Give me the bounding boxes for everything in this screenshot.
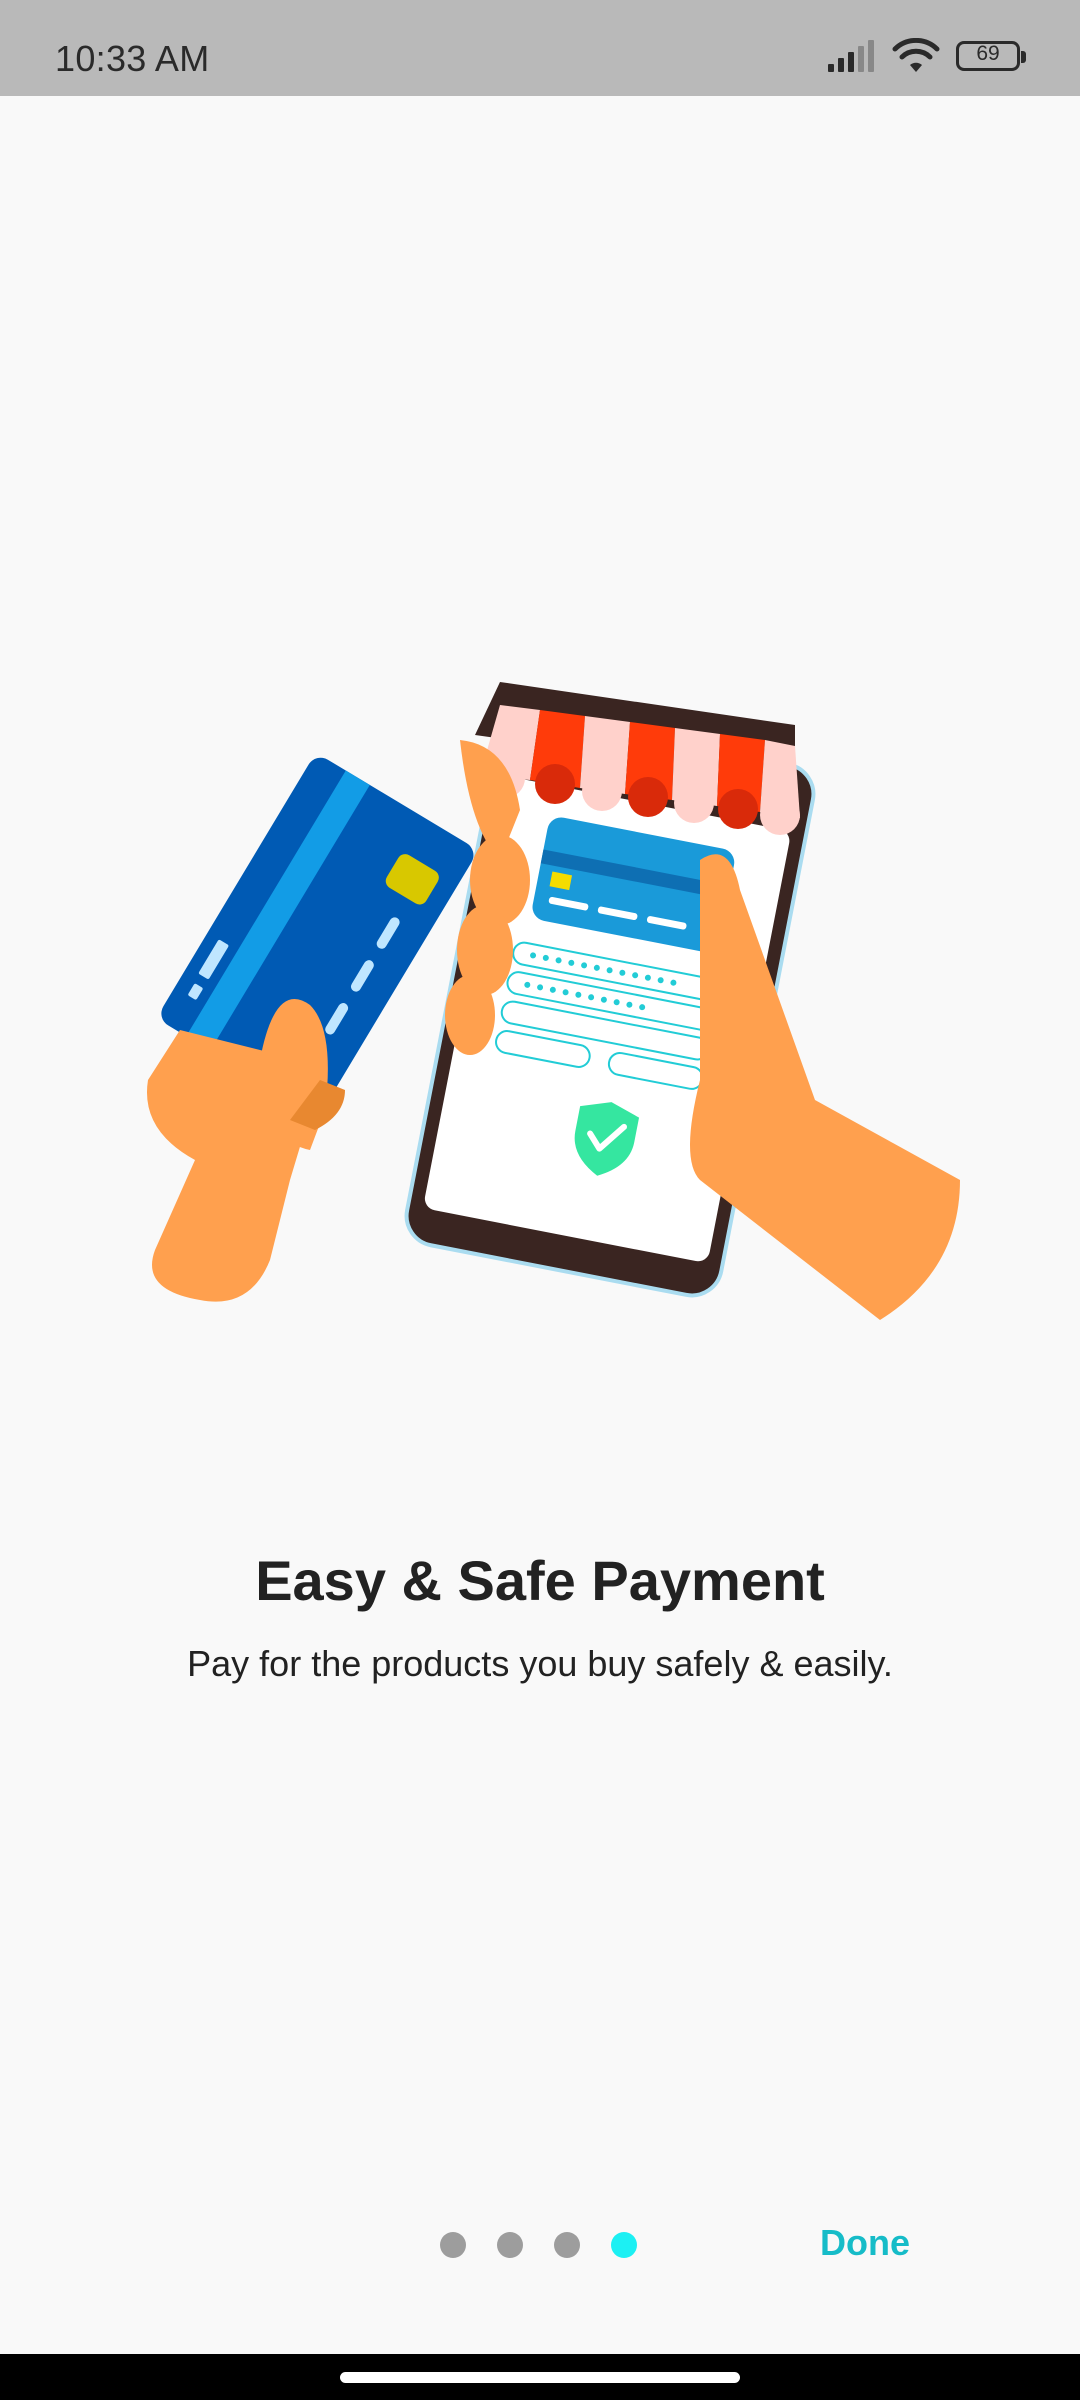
onboarding-title: Easy & Safe Payment (255, 1549, 825, 1612)
page-dot-2[interactable] (497, 2232, 523, 2258)
battery-icon: 69 (956, 41, 1026, 71)
page-dot-1[interactable] (440, 2232, 466, 2258)
page-dot-3[interactable] (554, 2232, 580, 2258)
done-button[interactable]: Done (820, 2222, 910, 2264)
page-indicator (440, 2231, 668, 2259)
right-hand (690, 854, 960, 1320)
home-indicator[interactable] (340, 2372, 740, 2383)
battery-level: 69 (976, 42, 1000, 65)
status-bar: 10:33 AM 69 (0, 0, 1080, 96)
page-dot-4-active[interactable] (611, 2232, 637, 2258)
signal-icon (828, 40, 874, 72)
wifi-icon (892, 38, 940, 72)
status-icons: 69 (826, 36, 1026, 76)
status-time: 10:33 AM (55, 38, 210, 79)
onboarding-subtitle: Pay for the products you buy safely & ea… (187, 1643, 893, 1684)
card-payment-illustration (146, 682, 960, 1320)
